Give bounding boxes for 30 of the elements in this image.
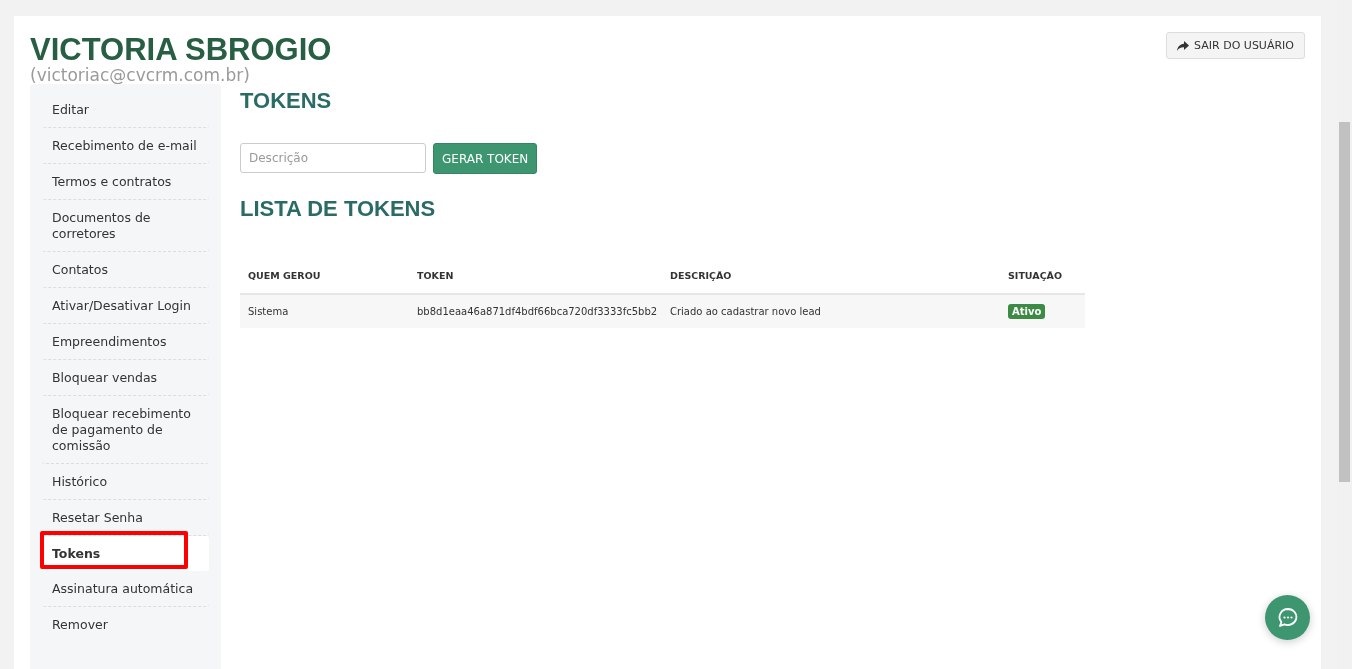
share-arrow-icon	[1177, 40, 1190, 51]
sidebar-item[interactable]: Editar	[42, 92, 209, 128]
column-header: QUEM GEROU	[247, 270, 322, 281]
sidebar-item[interactable]: Recebimento de e-mail	[42, 128, 209, 164]
sidebar-item[interactable]: Assinatura automática	[42, 571, 209, 607]
sidebar-item[interactable]: Bloquear recebimento de pagamento de comissão	[42, 396, 209, 464]
table-cell-text: Sistema	[247, 306, 290, 317]
column-header: DESCRIÇÃO	[669, 270, 733, 281]
sidebar-item[interactable]: Empreendimentos	[42, 324, 209, 360]
user-email: (victoriac@cvcrm.com.br)	[30, 66, 251, 84]
sidebar-item[interactable]: Termos e contratos	[42, 164, 209, 200]
chat-button[interactable]	[1265, 595, 1310, 640]
sidebar-item[interactable]: Ativar/Desativar Login	[42, 288, 209, 324]
user-name: VICTORIA SBROGIO	[30, 34, 332, 66]
sidebar-item[interactable]: Contatos	[42, 252, 209, 288]
chat-bubble-icon	[1276, 606, 1299, 629]
column-header: SITUAÇÃO	[1007, 270, 1064, 281]
status-badge: Ativo	[1008, 304, 1046, 319]
generate-token-button[interactable]: GERAR TOKEN	[433, 143, 538, 174]
column-header: TOKEN	[416, 270, 455, 281]
list-title: LISTA DE TOKENS	[240, 196, 437, 222]
table-cell-text: Criado ao cadastrar novo lead	[669, 306, 822, 317]
page-title: TOKENS	[240, 88, 333, 114]
description-field[interactable]: Descrição	[240, 143, 426, 173]
table-cell-text: bb8d1eaa46a871df4bdf66bca720df3333fc5bb2	[416, 306, 659, 317]
sidebar-item[interactable]: Histórico	[42, 464, 209, 500]
sidebar-item[interactable]: Documentos de corretores	[42, 200, 209, 252]
sidebar-item[interactable]: Remover	[42, 607, 209, 642]
sidebar-item[interactable]: Bloquear vendas	[42, 360, 209, 396]
logout-button[interactable]: SAIR DO USUÁRIO	[1166, 32, 1305, 59]
